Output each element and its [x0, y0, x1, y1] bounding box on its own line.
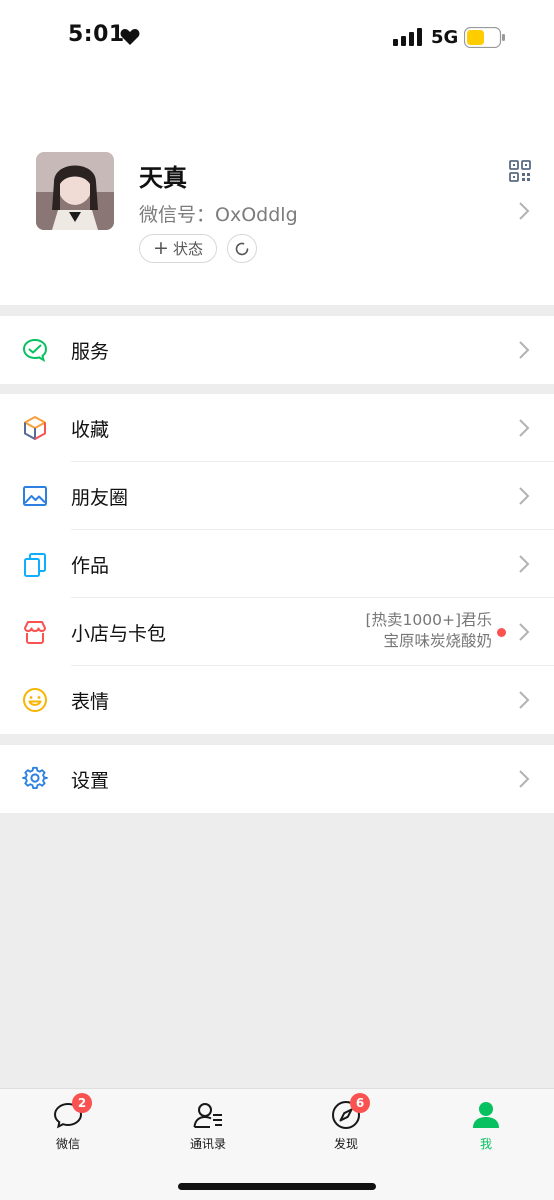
heart-icon — [120, 29, 140, 45]
shop-promo-line-1: [热卖1000+]君乐 — [365, 611, 492, 629]
tab-label-contacts: 通讯录 — [189, 1137, 226, 1151]
menu-item-settings[interactable]: 设置 — [0, 745, 554, 813]
works-cards-icon — [24, 553, 46, 577]
menu-label-services: 服务 — [71, 340, 110, 363]
shop-awning-icon — [24, 621, 46, 644]
tab-chats[interactable]: 2 微信 — [28, 1093, 108, 1152]
add-status-button[interactable]: + 状态 — [139, 234, 217, 263]
network-type: 5G — [431, 27, 459, 48]
tab-label-me: 我 — [479, 1137, 492, 1151]
wechat-id-label: 微信号： — [139, 204, 216, 226]
menu-item-favorites[interactable]: 收藏 — [0, 394, 554, 462]
unread-badge: 6 — [350, 1093, 370, 1113]
menu-item-works[interactable]: 作品 — [0, 530, 554, 598]
profile-card[interactable]: 天真 微信号：OxOddlg + 状态 — [0, 76, 554, 305]
main-menu-group: 收藏 朋友圈 作品 小店与卡包 [热卖1000+]君乐 宝原味炭烧酸奶 表情 — [0, 394, 554, 734]
tab-me[interactable]: 我 — [446, 1099, 526, 1152]
menu-item-shop[interactable]: 小店与卡包 [热卖1000+]君乐 宝原味炭烧酸奶 — [0, 598, 554, 666]
smiley-face-icon — [23, 688, 47, 712]
services-group: 服务 — [0, 316, 554, 384]
home-indicator — [178, 1183, 376, 1190]
signal-icon — [393, 28, 422, 46]
wechat-id-value: OxOddlg — [215, 204, 298, 226]
chevron-right-icon — [519, 770, 530, 788]
settings-gear-icon — [22, 766, 48, 790]
chevron-right-icon — [519, 419, 530, 437]
refresh-icon — [235, 242, 249, 255]
status-bar: 5:01 5G — [0, 0, 554, 76]
menu-item-stickers[interactable]: 表情 — [0, 666, 554, 734]
settings-group: 设置 — [0, 745, 554, 813]
refresh-status-button[interactable] — [227, 234, 257, 263]
wechat-id-row: 微信号：OxOddlg — [139, 200, 298, 227]
unread-badge: 2 — [72, 1093, 92, 1113]
qr-code-icon[interactable] — [509, 160, 531, 182]
chevron-right-icon — [519, 623, 530, 641]
menu-label-works: 作品 — [71, 554, 110, 577]
menu-label-favorites: 收藏 — [71, 418, 110, 441]
chevron-right-icon — [519, 691, 530, 709]
avatar[interactable] — [36, 152, 114, 230]
menu-label-stickers: 表情 — [71, 690, 110, 713]
menu-label-shop: 小店与卡包 — [71, 622, 167, 645]
moments-image-icon — [23, 486, 47, 506]
notification-dot — [497, 628, 506, 637]
shop-promo-text: [热卖1000+]君乐 宝原味炭烧酸奶 — [365, 610, 492, 652]
clock: 5:01 — [68, 22, 125, 47]
tab-contacts[interactable]: 通讯录 — [168, 1099, 248, 1152]
chevron-right-icon — [519, 487, 530, 505]
status-button-label: 状态 — [172, 240, 203, 258]
menu-label-settings: 设置 — [71, 769, 110, 792]
services-icon — [22, 338, 48, 363]
tab-label-chats: 微信 — [55, 1137, 80, 1151]
profile-name: 天真 — [139, 164, 187, 192]
plus-icon: + — [153, 237, 169, 259]
chevron-right-icon — [519, 555, 530, 573]
chevron-right-icon — [519, 341, 530, 359]
contacts-person-icon — [193, 1103, 222, 1128]
chevron-right-icon — [519, 202, 530, 220]
menu-item-services[interactable]: 服务 — [0, 316, 554, 384]
menu-item-moments[interactable]: 朋友圈 — [0, 462, 554, 530]
battery-icon — [464, 27, 505, 48]
tab-discover[interactable]: 6 发现 — [306, 1093, 386, 1152]
shop-promo-line-2: 宝原味炭烧酸奶 — [383, 632, 492, 650]
tab-label-discover: 发现 — [333, 1137, 358, 1151]
person-filled-icon — [473, 1102, 499, 1128]
favorites-cube-icon — [24, 416, 46, 440]
menu-label-moments: 朋友圈 — [71, 486, 129, 509]
